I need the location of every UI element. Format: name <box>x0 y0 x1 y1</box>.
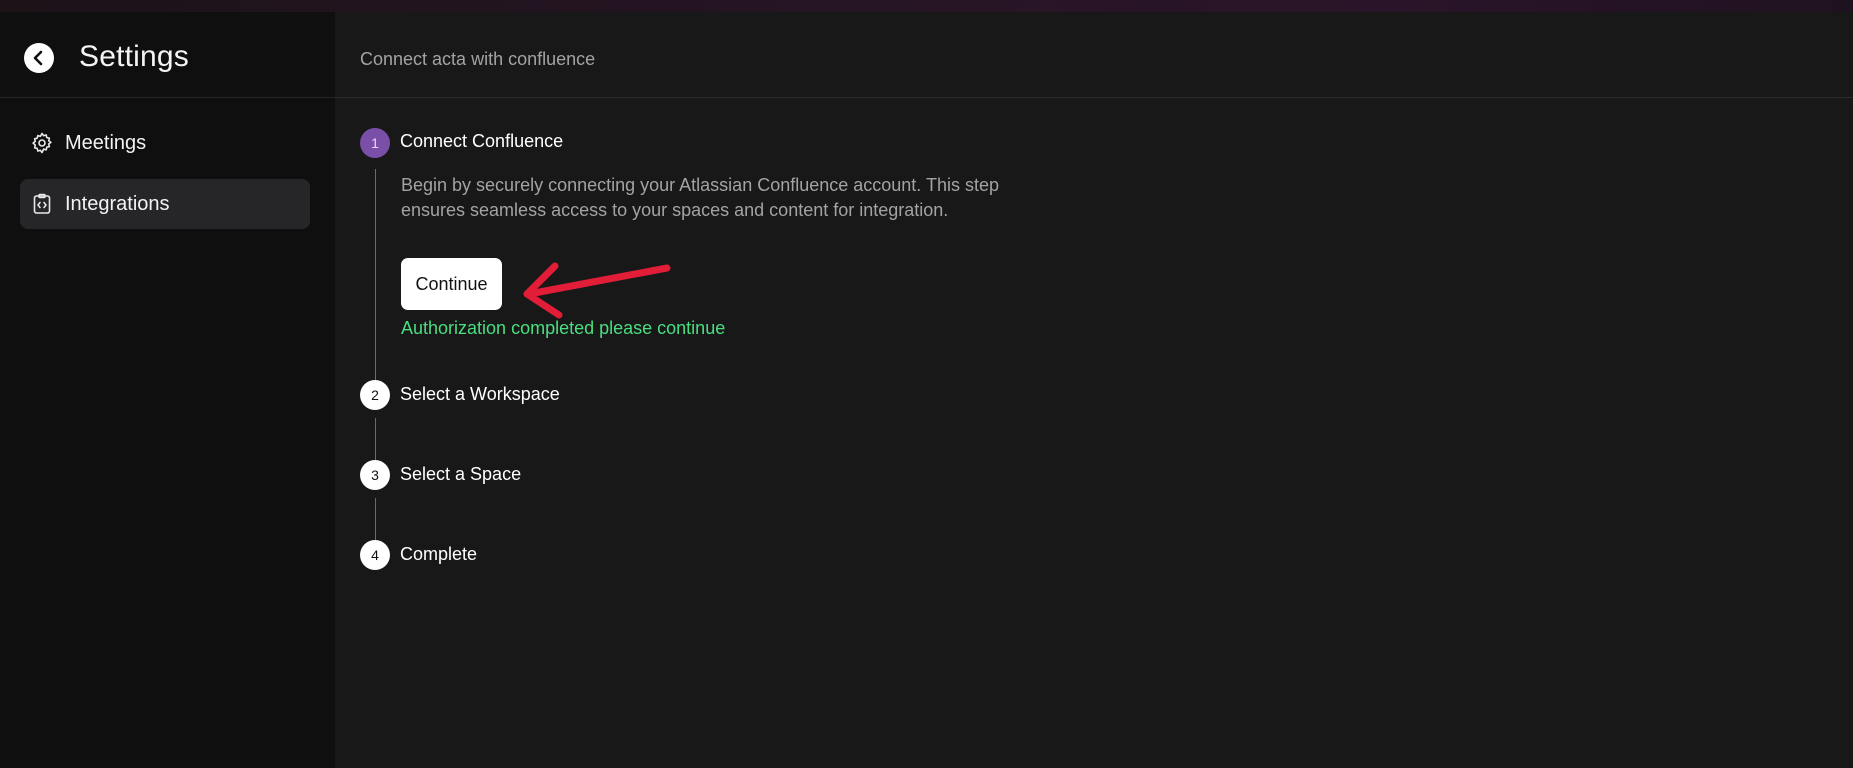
back-button[interactable] <box>24 43 54 73</box>
step-connector <box>375 418 376 460</box>
sidebar-item-label: Meetings <box>65 131 147 154</box>
sidebar-header: Settings <box>0 12 335 98</box>
clipboard-code-icon <box>30 192 54 216</box>
step-1-indicator: 1 <box>360 128 390 158</box>
main-header: Connect acta with confluence <box>335 12 1853 98</box>
breadcrumb: Connect acta with confluence <box>360 49 596 69</box>
step-4-title: Complete <box>400 544 478 564</box>
step-2-indicator: 2 <box>360 380 390 410</box>
step-4-indicator: 4 <box>360 540 390 570</box>
chevron-left-icon <box>33 50 43 66</box>
sidebar-item-meetings[interactable]: Meetings <box>20 118 310 168</box>
step-connector <box>375 498 376 540</box>
step-1-title: Connect Confluence <box>400 131 564 151</box>
step-2-title: Select a Workspace <box>400 384 560 404</box>
sidebar-item-label: Integrations <box>65 192 170 215</box>
step-3-indicator: 3 <box>360 460 390 490</box>
gear-icon <box>30 131 54 155</box>
sidebar-title: Settings <box>79 40 189 73</box>
window-top-band <box>0 0 1853 12</box>
sidebar-item-integrations[interactable]: Integrations <box>20 179 310 229</box>
continue-button[interactable]: Continue <box>401 258 502 310</box>
step-connector <box>375 169 376 382</box>
step-1-description: Begin by securely connecting your Atlass… <box>401 175 1000 220</box>
annotation-arrow-icon <box>523 262 671 319</box>
step-3-title: Select a Space <box>400 464 522 484</box>
main-content: Connect acta with confluence 1 Connect C… <box>335 12 1853 768</box>
sidebar: Settings Meetings Integrations <box>0 12 335 768</box>
